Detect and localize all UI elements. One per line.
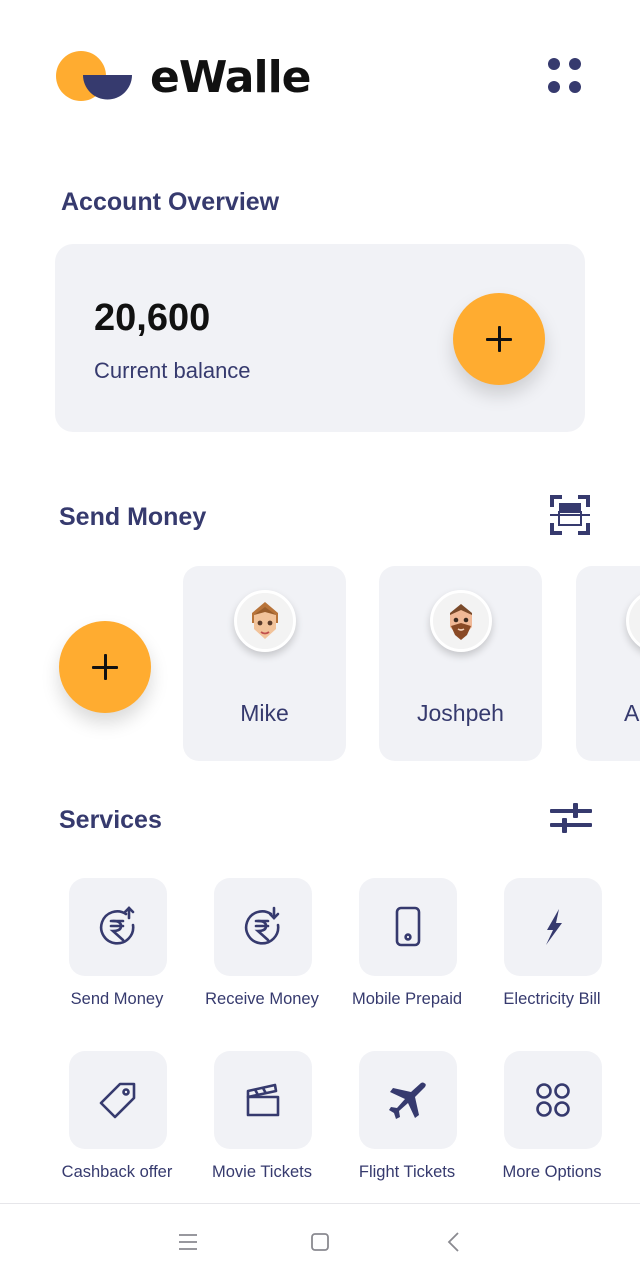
avatar-female-icon xyxy=(233,590,296,652)
contact-name: As xyxy=(624,700,640,726)
dot-icon xyxy=(569,58,581,70)
service-flight-tickets[interactable]: Flight Tickets xyxy=(332,1051,482,1191)
menu-icon[interactable] xyxy=(176,1230,200,1254)
clapperboard-icon xyxy=(214,1051,312,1149)
rupee-send-icon xyxy=(69,878,167,976)
service-mobile-prepaid[interactable]: Mobile Prepaid xyxy=(332,878,482,1018)
account-overview-title: Account Overview xyxy=(61,188,280,216)
home-square-icon[interactable] xyxy=(308,1230,332,1254)
four-circles-icon xyxy=(504,1051,602,1149)
contact-card-joshpeh[interactable]: Joshpeh xyxy=(379,566,542,761)
lightning-icon xyxy=(504,878,602,976)
ewalle-logo-icon xyxy=(56,51,132,101)
avatar-bearded-man-icon xyxy=(429,590,492,652)
airplane-icon xyxy=(359,1051,457,1149)
service-more-options[interactable]: More Options xyxy=(477,1051,627,1191)
service-electricity-bill[interactable]: Electricity Bill xyxy=(477,878,627,1018)
plus-icon xyxy=(92,654,118,680)
send-money-title: Send Money xyxy=(59,503,207,531)
rupee-receive-icon xyxy=(214,878,312,976)
back-chevron-icon[interactable] xyxy=(442,1230,466,1254)
add-contact-button[interactable] xyxy=(59,621,151,713)
service-label: Electricity Bill xyxy=(503,990,601,1008)
dot-icon xyxy=(548,58,560,70)
scan-icon[interactable] xyxy=(550,495,590,535)
avatar-icon xyxy=(626,590,640,652)
services-title: Services xyxy=(59,806,162,834)
contact-name: Mike xyxy=(240,700,289,726)
contact-name: Joshpeh xyxy=(417,700,504,726)
service-send-money[interactable]: Send Money xyxy=(42,878,192,1018)
service-movie-tickets[interactable]: Movie Tickets xyxy=(187,1051,337,1191)
service-label: More Options xyxy=(502,1163,602,1181)
add-balance-button[interactable] xyxy=(453,293,545,385)
contact-card-partial[interactable]: As xyxy=(576,566,640,761)
system-navigation-bar xyxy=(0,1203,640,1280)
plus-icon xyxy=(486,326,512,352)
filter-sliders-icon[interactable] xyxy=(550,803,592,833)
menu-button[interactable] xyxy=(544,56,586,98)
app-title: eWalle xyxy=(150,52,312,103)
dot-icon xyxy=(569,81,581,93)
contact-card-mike[interactable]: Mike xyxy=(183,566,346,761)
mobile-phone-icon xyxy=(359,878,457,976)
balance-amount: 20,600 xyxy=(94,297,211,339)
service-receive-money[interactable]: Receive Money xyxy=(187,878,337,1018)
balance-label: Current balance xyxy=(94,358,251,383)
dot-icon xyxy=(548,81,560,93)
service-cashback-offer[interactable]: Cashback offer xyxy=(42,1051,192,1191)
tag-icon xyxy=(69,1051,167,1149)
